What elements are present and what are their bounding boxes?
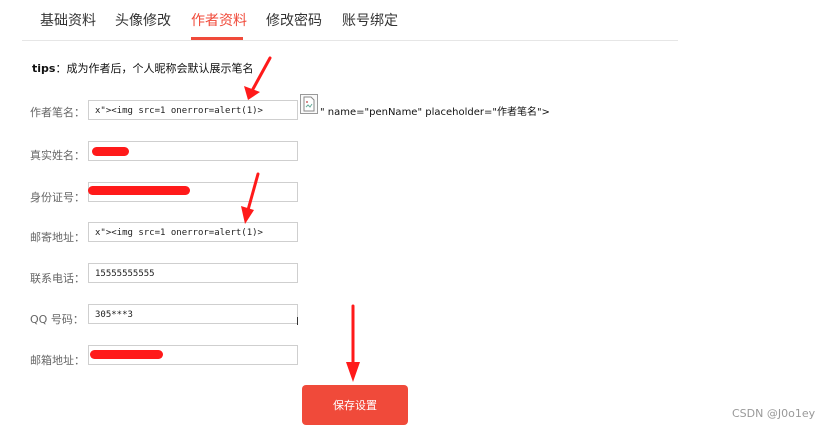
qq-input[interactable]: 305***3 (88, 304, 298, 324)
text-cursor (297, 317, 298, 325)
broken-image-icon (300, 94, 318, 114)
tab-avatar[interactable]: 头像修改 (115, 10, 171, 30)
tips-text: tips：成为作者后，个人昵称会默认展示笔名 (32, 60, 253, 76)
watermark: CSDN @J0o1ey (732, 407, 816, 420)
tips-message: ：成为作者后，个人昵称会默认展示笔名 (55, 62, 254, 75)
tab-change-password[interactable]: 修改密码 (266, 10, 322, 30)
injected-text: " name="penName" placeholder="作者笔名"> (320, 107, 550, 118)
active-tab-indicator (191, 37, 243, 40)
mail-address-input[interactable]: x"><img src=1 onerror=alert(1)> (88, 222, 298, 242)
real-name-label: 真实姓名： (30, 149, 85, 162)
tab-account-binding[interactable]: 账号绑定 (342, 10, 398, 30)
redaction-mark (90, 350, 163, 359)
phone-input[interactable]: 15555555555 (88, 263, 298, 283)
redaction-mark (88, 186, 190, 195)
save-settings-button[interactable]: 保存设置 (302, 385, 408, 425)
pen-name-input[interactable]: x"><img src=1 onerror=alert(1)> (88, 100, 298, 120)
tab-basic-info[interactable]: 基础资料 (40, 10, 96, 30)
mail-address-label: 邮寄地址： (30, 231, 85, 244)
annotation-arrow-icon (346, 304, 360, 382)
email-label: 邮箱地址： (30, 354, 85, 367)
redaction-mark (92, 147, 129, 156)
phone-label: 联系电话： (30, 272, 85, 285)
pen-name-label: 作者笔名： (30, 106, 85, 119)
tips-prefix: tips (32, 62, 56, 75)
tab-bar: 基础资料 头像修改 作者资料 修改密码 账号绑定 (22, 0, 678, 41)
qq-label: QQ 号码： (30, 313, 84, 326)
id-number-label: 身份证号： (30, 191, 85, 204)
tab-author-profile[interactable]: 作者资料 (191, 10, 247, 30)
